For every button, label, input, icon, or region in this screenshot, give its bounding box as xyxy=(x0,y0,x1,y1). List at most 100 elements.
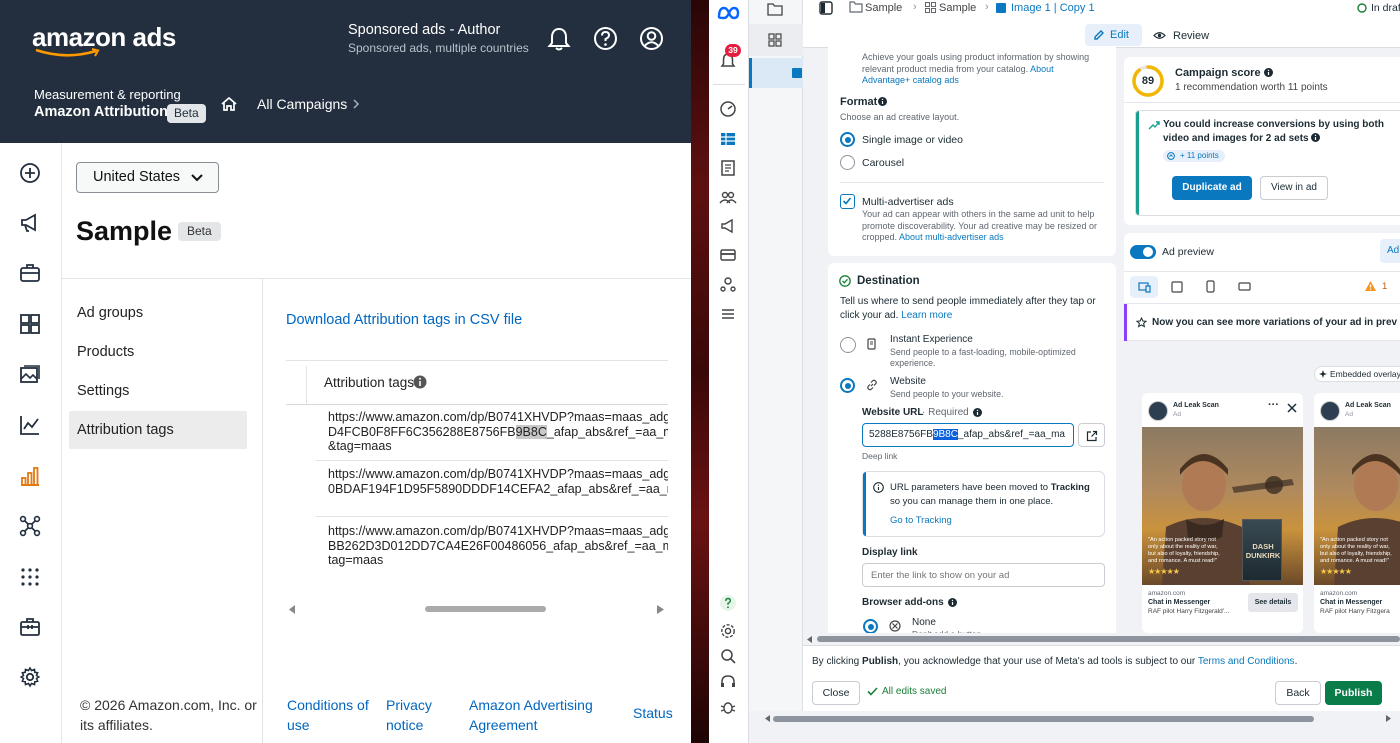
all-campaigns-link[interactable]: All Campaigns xyxy=(257,96,347,112)
scroll-left-icon[interactable] xyxy=(765,715,770,722)
help-icon[interactable] xyxy=(719,594,737,612)
scrollbar-thumb[interactable] xyxy=(773,716,1314,722)
gauge-icon[interactable] xyxy=(719,100,737,118)
table-horizontal-scrollbar[interactable] xyxy=(286,603,668,616)
folder-icon[interactable] xyxy=(767,2,783,16)
breadcrumb-adset[interactable]: Sample xyxy=(939,2,976,14)
audiences-icon[interactable] xyxy=(719,188,737,206)
create-plus-icon[interactable] xyxy=(19,162,41,184)
account-icon[interactable] xyxy=(639,26,664,51)
multi-advertiser-link[interactable]: About multi-advertiser ads xyxy=(899,232,1004,242)
info-icon[interactable] xyxy=(948,598,957,607)
close-button[interactable]: Close xyxy=(812,681,860,705)
scroll-right-icon[interactable] xyxy=(1386,715,1391,722)
breadcrumb-ad[interactable]: Image 1 | Copy 1 xyxy=(1011,2,1095,14)
measurement-bars-icon[interactable] xyxy=(19,465,41,487)
table-row[interactable]: https://www.amazon.com/dp/B0741XHVDP?maa… xyxy=(328,467,668,496)
multi-advertiser-checkbox[interactable] xyxy=(840,194,855,209)
deep-link-label[interactable]: Deep link xyxy=(862,451,897,463)
format-single-radio[interactable] xyxy=(840,132,855,147)
settings-gear-icon[interactable] xyxy=(719,622,737,640)
mobile-icon[interactable] xyxy=(1206,280,1215,293)
info-icon[interactable] xyxy=(413,375,427,389)
megaphone-icon[interactable] xyxy=(719,217,737,235)
footer-privacy-link[interactable]: Privacy notice xyxy=(386,695,446,735)
meta-logo-icon[interactable] xyxy=(717,6,741,20)
display-link-input[interactable] xyxy=(862,563,1105,587)
reports-trend-icon[interactable] xyxy=(19,414,41,436)
bell-icon[interactable] xyxy=(547,26,571,52)
campaigns-megaphone-icon[interactable] xyxy=(19,212,41,234)
format-carousel-radio[interactable] xyxy=(840,155,855,170)
close-icon[interactable] xyxy=(1287,403,1297,413)
placement-desktop-tab[interactable] xyxy=(1130,276,1158,298)
nav-settings[interactable]: Settings xyxy=(69,372,247,410)
learn-more-link[interactable]: Learn more xyxy=(901,310,952,321)
terms-link[interactable]: Terms and Conditions xyxy=(1198,656,1295,667)
publish-button[interactable]: Publish xyxy=(1325,681,1382,705)
edit-tab[interactable]: Edit xyxy=(1085,24,1142,46)
addon-none-radio[interactable] xyxy=(863,619,878,634)
support-headset-icon[interactable] xyxy=(719,673,737,691)
advanced-preview-button[interactable]: Ad xyxy=(1380,239,1400,263)
square-format-icon[interactable] xyxy=(1171,281,1183,293)
website-radio[interactable] xyxy=(840,378,855,393)
settings-gear-icon[interactable] xyxy=(19,666,41,688)
footer-conditions-link[interactable]: Conditions of use xyxy=(287,695,377,735)
view-in-ad-button[interactable]: View in ad xyxy=(1260,176,1328,200)
help-icon[interactable] xyxy=(593,26,618,51)
toggle-panel-icon[interactable] xyxy=(819,1,833,15)
instant-experience-radio[interactable] xyxy=(840,337,856,353)
ad-preview-mock-2[interactable]: Ad Leak Scan Ad "An action packed story … xyxy=(1314,393,1400,633)
business-settings-icon[interactable] xyxy=(719,275,737,293)
duplicate-ad-button[interactable]: Duplicate ad xyxy=(1172,176,1252,200)
nav-attribution-tags[interactable]: Attribution tags xyxy=(69,411,247,449)
network-icon[interactable] xyxy=(19,515,41,537)
table-row[interactable]: https://www.amazon.com/dp/B0741XHVDP?maa… xyxy=(328,410,668,454)
warning-icon[interactable] xyxy=(1364,280,1377,292)
open-url-button[interactable] xyxy=(1078,423,1105,447)
info-icon[interactable] xyxy=(973,408,982,417)
menu-icon[interactable] xyxy=(719,305,737,323)
nav-products[interactable]: Products xyxy=(69,333,247,371)
back-button[interactable]: Back xyxy=(1275,681,1321,705)
footer-status-link[interactable]: Status xyxy=(633,705,673,721)
website-url-input[interactable]: 5288E8756FB9B8C_afap_abs&ref_=aa_ma xyxy=(862,423,1074,447)
country-select[interactable]: United States xyxy=(76,162,219,193)
see-details-button[interactable]: See details xyxy=(1248,593,1298,612)
scrollbar-thumb[interactable] xyxy=(817,636,1400,642)
scroll-left-icon[interactable] xyxy=(807,636,812,643)
apps-dots-icon[interactable] xyxy=(19,566,41,588)
ad-preview-toggle[interactable] xyxy=(1130,245,1156,259)
campaigns-table-icon[interactable] xyxy=(719,130,737,148)
breadcrumb-product[interactable]: Amazon Attribution xyxy=(34,104,168,120)
review-tab[interactable]: Review xyxy=(1173,30,1209,42)
dashboard-grid-icon[interactable] xyxy=(19,313,41,335)
briefcase-icon[interactable] xyxy=(19,262,41,284)
scroll-right-icon[interactable] xyxy=(657,605,664,614)
nav-ad-groups[interactable]: Ad groups xyxy=(69,294,247,332)
embedded-overlay-chip[interactable]: Embedded overlay xyxy=(1314,366,1400,382)
home-icon[interactable] xyxy=(220,96,238,112)
toolkit-icon[interactable] xyxy=(19,616,41,638)
info-icon[interactable] xyxy=(1311,133,1321,142)
creative-image-icon[interactable] xyxy=(19,364,41,386)
pages-icon[interactable] xyxy=(719,159,737,177)
breadcrumb-campaign[interactable]: Sample xyxy=(865,2,902,14)
search-icon[interactable] xyxy=(719,647,737,665)
content-horizontal-scrollbar[interactable] xyxy=(803,633,1400,645)
footer-agreement-link[interactable]: Amazon Advertising Agreement xyxy=(469,695,609,735)
download-csv-link[interactable]: Download Attribution tags in CSV file xyxy=(286,312,522,328)
ad-preview-mock-1[interactable]: Ad Leak Scan Ad ··· "An action packed st… xyxy=(1142,393,1303,633)
bug-report-icon[interactable] xyxy=(719,698,737,716)
scrollbar-thumb[interactable] xyxy=(425,606,546,612)
scroll-left-icon[interactable] xyxy=(289,605,296,614)
info-icon[interactable] xyxy=(1264,68,1273,77)
landscape-icon[interactable] xyxy=(1238,282,1251,291)
info-icon[interactable] xyxy=(878,97,887,106)
table-row[interactable]: https://www.amazon.com/dp/B0741XHVDP?maa… xyxy=(328,524,668,568)
more-options-icon[interactable]: ··· xyxy=(1268,399,1279,411)
window-horizontal-scrollbar[interactable] xyxy=(749,711,1400,743)
account-name[interactable]: Sponsored ads - Author xyxy=(348,22,500,38)
go-to-tracking-link[interactable]: Go to Tracking xyxy=(890,515,952,526)
